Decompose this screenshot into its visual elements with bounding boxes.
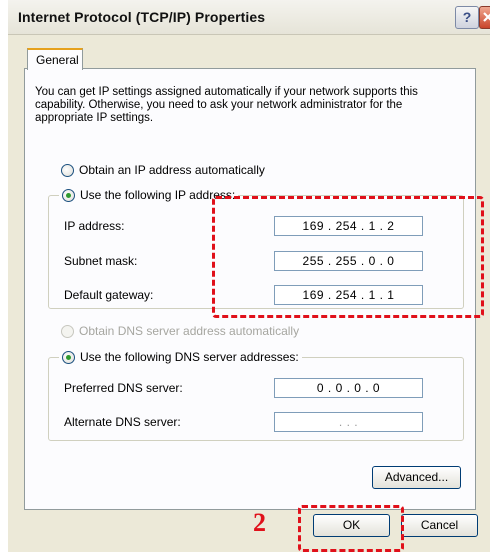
alternate-dns-input[interactable]: . . .: [274, 412, 423, 432]
use-following-dns-option[interactable]: Use the following DNS server addresses:: [59, 350, 302, 364]
radio-obtain-ip-auto[interactable]: [61, 163, 74, 177]
radio-use-following-dns[interactable]: [62, 350, 75, 364]
advanced-button[interactable]: Advanced...: [372, 466, 461, 489]
obtain-ip-auto-label: Obtain an IP address automatically: [79, 163, 265, 177]
window-title: Internet Protocol (TCP/IP) Properties: [18, 9, 266, 25]
obtain-ip-automatically-option[interactable]: Obtain an IP address automatically: [61, 163, 265, 177]
ip-address-label: IP address:: [64, 219, 125, 233]
obtain-dns-auto-label: Obtain DNS server address automatically: [79, 324, 300, 338]
subnet-mask-label: Subnet mask:: [64, 254, 138, 268]
default-gateway-label: Default gateway:: [64, 288, 154, 302]
use-following-dns-label: Use the following DNS server addresses:: [80, 350, 299, 364]
step-number-annotation: 2: [253, 508, 266, 537]
cancel-button[interactable]: Cancel: [401, 514, 478, 537]
radio-obtain-dns-auto[interactable]: [61, 324, 74, 338]
tab-general[interactable]: General: [27, 48, 83, 70]
obtain-dns-automatically-option[interactable]: Obtain DNS server address automatically: [61, 324, 299, 338]
preferred-dns-label: Preferred DNS server:: [64, 381, 183, 395]
preferred-dns-input[interactable]: 0 . 0 . 0 . 0: [274, 378, 423, 398]
tab-general-label: General: [36, 53, 79, 67]
help-button[interactable]: ?: [455, 6, 479, 29]
description-text: You can get IP settings assigned automat…: [35, 86, 418, 124]
alternate-dns-label: Alternate DNS server:: [64, 415, 181, 429]
ip-fields-highlight: [212, 196, 484, 318]
close-icon: [483, 12, 490, 22]
close-button[interactable]: [479, 6, 490, 29]
radio-use-following-ip[interactable]: [62, 188, 75, 202]
title-bar: Internet Protocol (TCP/IP) Properties ?: [8, 0, 490, 35]
ok-button-highlight: [298, 505, 404, 552]
